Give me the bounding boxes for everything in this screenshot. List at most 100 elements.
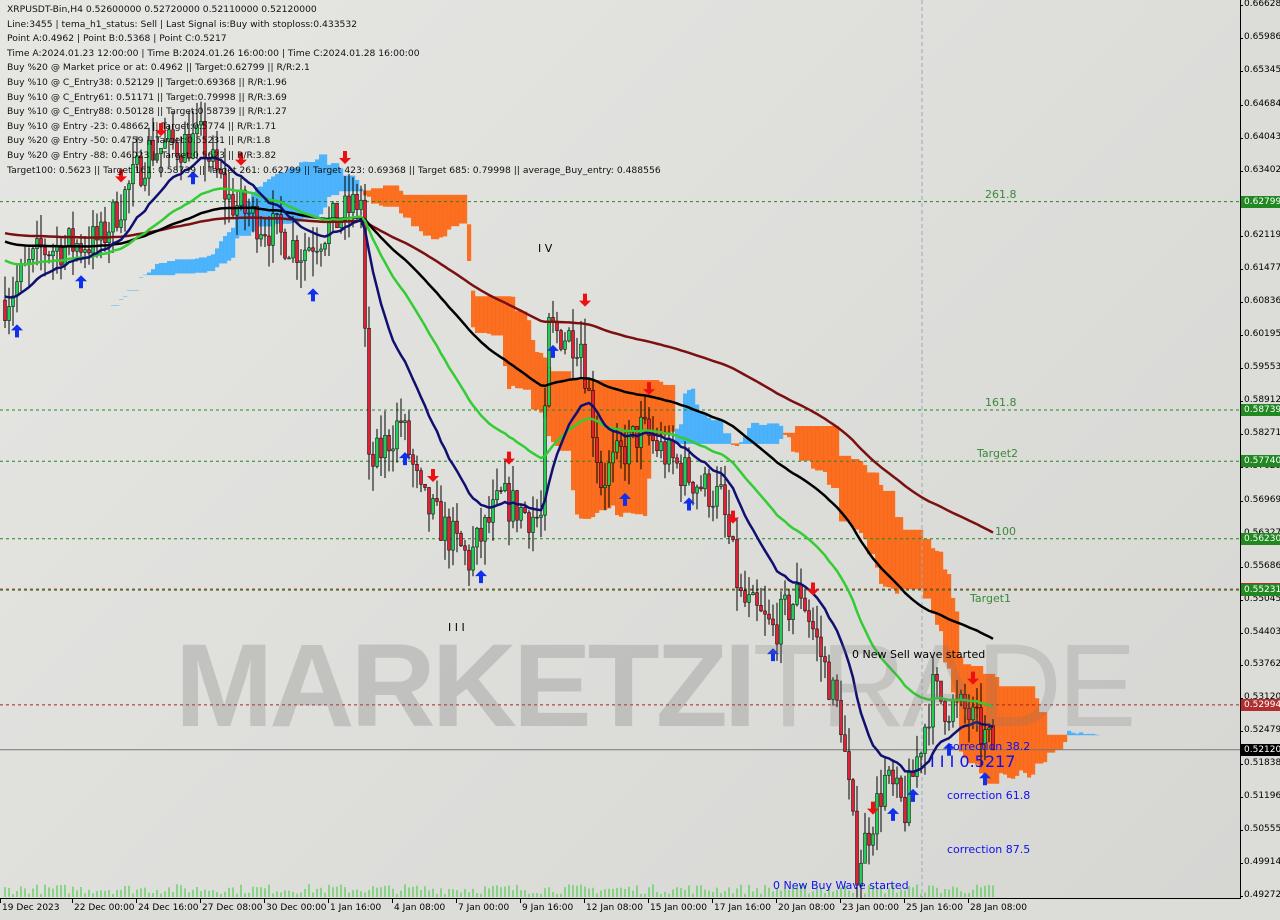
candle-body (319, 248, 323, 252)
ichimoku-cloud-segment (683, 393, 688, 444)
candle-body (739, 587, 743, 591)
ichimoku-cloud-segment (211, 254, 216, 272)
candle-body (379, 437, 383, 459)
watermark-bold: MARKETZI (175, 620, 757, 752)
candle-body (371, 453, 375, 467)
x-tick-label: 25 Jan 16:00 (904, 899, 963, 913)
ichimoku-cloud-segment (139, 277, 144, 279)
candle-body (119, 219, 123, 228)
candle-body (399, 420, 403, 423)
ichimoku-cloud-segment (219, 241, 224, 264)
y-tick-label: 0.63402 (1239, 164, 1280, 175)
info-line: XRPUSDT-Bin,H4 0.52600000 0.52720000 0.5… (7, 4, 317, 15)
price-tag: 0.58739 (1241, 403, 1280, 416)
ichimoku-cloud-segment (191, 259, 196, 274)
ichimoku-cloud-segment (759, 424, 764, 444)
ichimoku-cloud-segment (755, 422, 760, 444)
candle-body (91, 226, 95, 254)
candle-body (295, 240, 299, 263)
info-line: Line:3455 | tema_h1_status: Sell | Last … (7, 18, 358, 30)
ichimoku-cloud-segment (471, 290, 476, 328)
candle-body (651, 435, 655, 441)
ichimoku-cloud-segment (567, 371, 572, 451)
ichimoku-cloud-segment (495, 296, 500, 336)
candle-body (759, 605, 763, 612)
ichimoku-cloud-segment (419, 194, 424, 232)
ichimoku-cloud-segment (727, 433, 732, 444)
ichimoku-cloud-segment (183, 259, 188, 274)
level-label: 100 (995, 524, 1016, 538)
ichimoku-cloud-segment (155, 263, 160, 276)
info-line: Buy %10 @ Entry -23: 0.48662 || Target:0… (7, 120, 277, 132)
ichimoku-cloud-segment (443, 194, 448, 237)
price-tag: 0.56230 (1241, 532, 1280, 545)
ichimoku-cloud-segment (735, 443, 740, 447)
candle-body (35, 238, 39, 249)
ichimoku-cloud-segment (131, 290, 136, 291)
candle-body (459, 533, 463, 547)
ichimoku-cloud-segment (463, 194, 468, 224)
candle-body (711, 505, 715, 508)
ichimoku-cloud-segment (111, 305, 116, 306)
ichimoku-cloud-segment (487, 296, 492, 334)
candle-body (783, 594, 787, 600)
info-line: Buy %20 @ Market price or at: 0.4962 || … (7, 62, 310, 74)
price-axis[interactable]: 0.66628 0.65986 0.65345 0.64684 0.64043 0.634… (1239, 0, 1280, 900)
candle-body (575, 357, 579, 359)
candle-body (403, 420, 407, 423)
candle-body (495, 490, 499, 501)
candle-body (267, 235, 271, 246)
candle-body (239, 189, 243, 206)
ichimoku-cloud-segment (699, 411, 704, 444)
x-tick-label: 24 Dec 16:00 (136, 899, 199, 913)
ichimoku-cloud-segment (779, 425, 784, 440)
ichimoku-cloud-segment (195, 258, 200, 273)
candle-body (719, 484, 723, 487)
info-line: Point A:0.4962 | Point B:0.5368 | Point … (7, 33, 227, 45)
candle-body (899, 777, 903, 798)
price-chart[interactable]: XRPUSDT-Bin,H4 0.52600000 0.52720000 0.5… (0, 0, 1241, 899)
ichimoku-cloud-segment (171, 261, 176, 276)
candle-body (87, 249, 91, 254)
x-tick-label: 17 Jan 16:00 (712, 899, 771, 913)
candle-body (43, 246, 47, 256)
buy-arrow-icon (75, 275, 87, 289)
candle-body (671, 439, 675, 459)
candle-body (387, 435, 391, 452)
y-tick-label: 0.54403 (1239, 626, 1280, 637)
time-axis[interactable]: 19 Dec 2023 22 Dec 00:00 24 Dec 16:00 27 De… (0, 899, 1240, 920)
chart-annotation: correction 61.8 (947, 789, 1031, 803)
candle-body (231, 194, 235, 216)
candle-body (395, 420, 399, 450)
ichimoku-cloud-segment (795, 426, 800, 453)
candle-body (883, 774, 887, 807)
ichimoku-cloud-segment (231, 227, 236, 258)
ichimoku-cloud-segment (451, 194, 456, 227)
candle-body (307, 247, 311, 251)
ichimoku-cloud-segment (763, 424, 768, 444)
y-tick-label: 0.60836 (1239, 296, 1280, 307)
buy-arrow-icon (475, 570, 487, 584)
candle-body (855, 810, 859, 886)
candle-body (391, 448, 395, 452)
candle-body (483, 517, 487, 542)
candle-body (59, 244, 63, 266)
y-tick-label: 0.56969 (1239, 494, 1280, 505)
ichimoku-cloud-segment (891, 490, 896, 589)
candle-body (903, 797, 907, 824)
ichimoku-cloud-segment (427, 194, 432, 236)
y-tick-label: 0.61477 (1239, 263, 1280, 274)
candle-body (663, 441, 667, 465)
ichimoku-cloud-segment (455, 194, 460, 227)
ichimoku-cloud-segment (723, 433, 728, 444)
candle-body (527, 512, 531, 533)
candle-body (643, 416, 647, 420)
ichimoku-cloud-segment (719, 420, 724, 444)
ichimoku-cloud-segment (899, 517, 904, 590)
ichimoku-cloud-segment (867, 472, 872, 555)
ichimoku-cloud-segment (475, 296, 480, 333)
candle-body (531, 516, 535, 533)
buy-arrow-icon (307, 288, 319, 302)
candle-body (723, 484, 727, 515)
level-label: Target1 (970, 592, 1012, 606)
